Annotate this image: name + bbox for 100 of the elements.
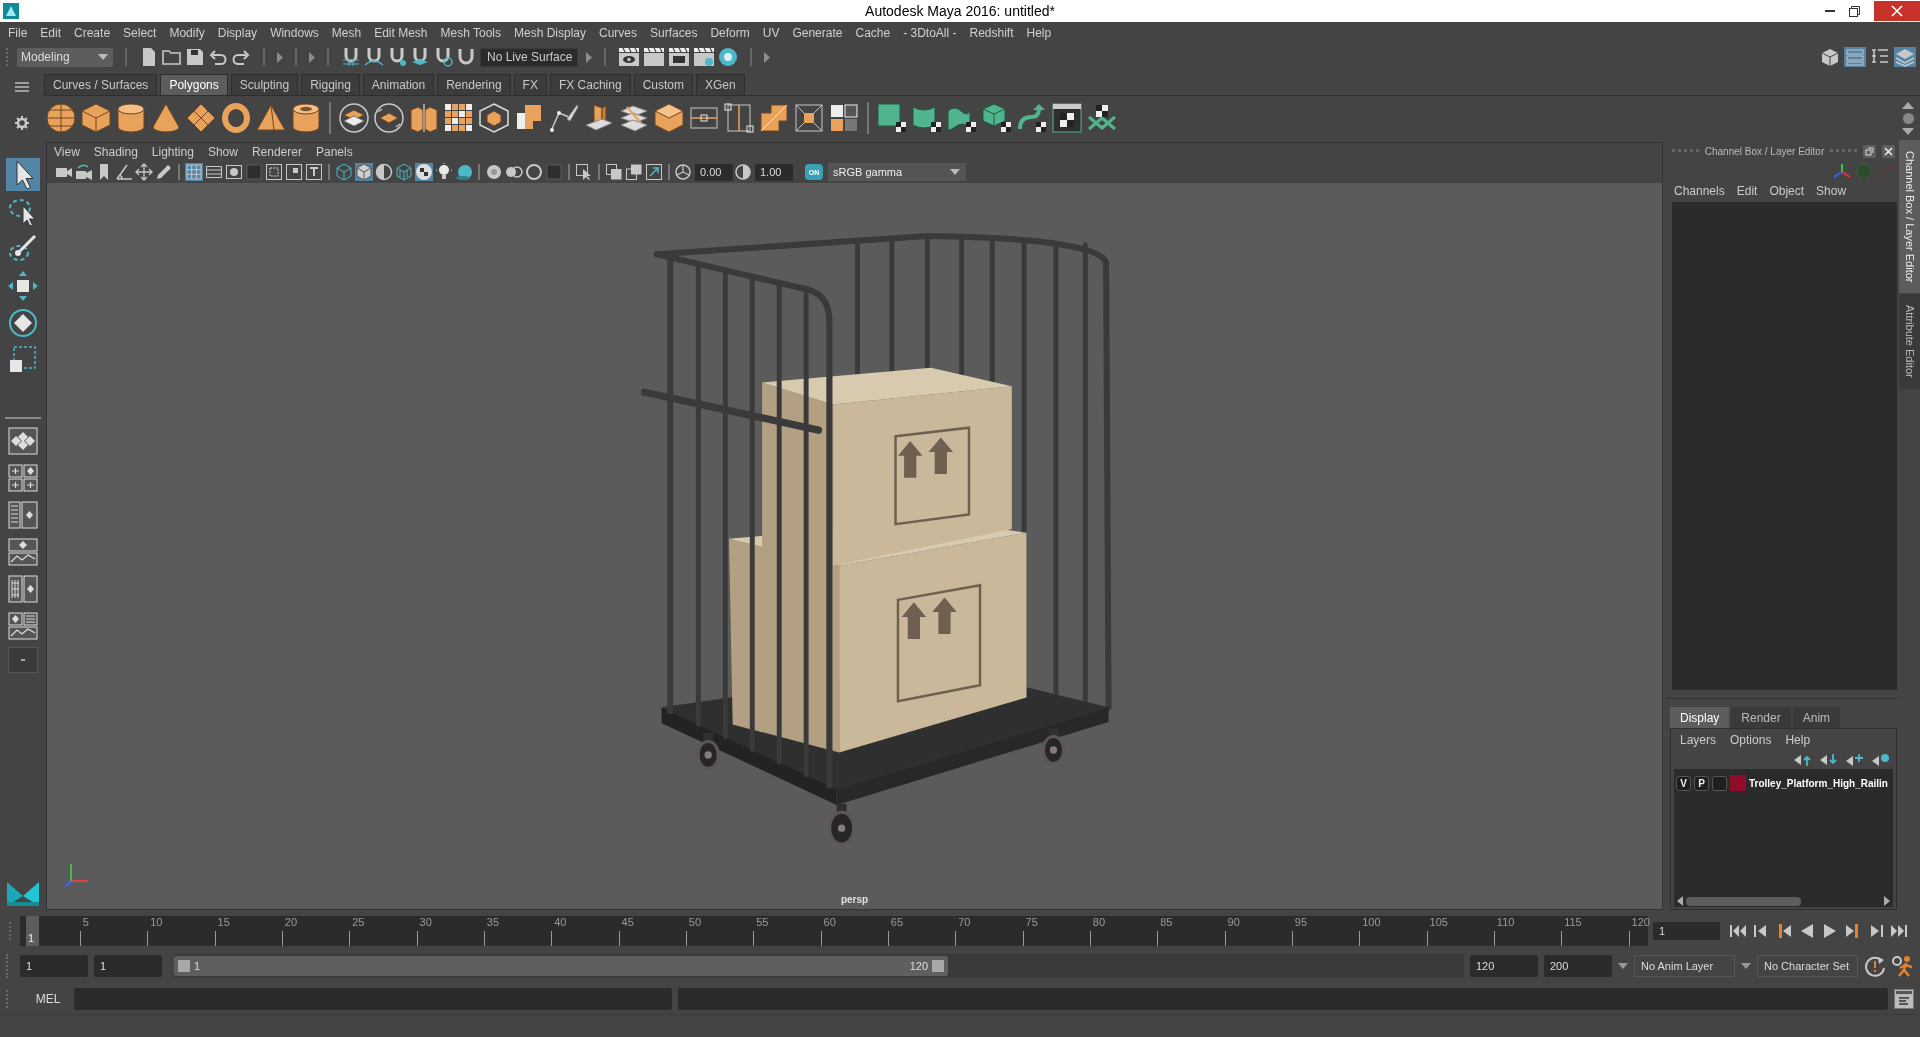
horizontal-scrollbar[interactable] (1674, 895, 1893, 907)
circle-icon[interactable] (1902, 112, 1914, 124)
skip-to-start-icon[interactable] (1729, 923, 1747, 939)
shelf-tab[interactable]: XGen (695, 74, 745, 95)
pencil-icon[interactable] (155, 163, 173, 181)
checker-window-icon[interactable] (1052, 103, 1082, 133)
pyramid-icon[interactable] (256, 103, 286, 133)
collapse-arrow-icon[interactable] (764, 51, 770, 63)
layer-editor-tab[interactable]: Anim (1792, 707, 1841, 728)
range-handle-icon[interactable] (932, 960, 944, 972)
plane-icon[interactable] (186, 103, 216, 133)
grid-squares-icon[interactable] (444, 103, 474, 133)
collapse-arrow-icon[interactable] (277, 51, 283, 63)
dashed-frame-icon[interactable] (265, 163, 283, 181)
scrollbar-thumb[interactable] (1686, 896, 1801, 906)
playback-start-field[interactable]: 1 (94, 955, 162, 977)
menu-icon[interactable] (15, 82, 29, 92)
magnet-grid-icon[interactable] (341, 47, 361, 67)
single-pane-layout-icon[interactable] (7, 427, 38, 455)
menu-item[interactable]: Surfaces (650, 26, 698, 40)
visibility-toggle[interactable]: V (1676, 775, 1691, 791)
color-space-dropdown[interactable]: sRGB gamma (828, 163, 966, 181)
ring-icon[interactable] (525, 163, 543, 181)
close-icon[interactable] (1874, 1, 1920, 21)
solid-cube-icon[interactable] (654, 103, 684, 133)
range-slider[interactable]: 1 120 (174, 954, 1464, 978)
panel-menu-item[interactable]: Shading (93, 145, 138, 159)
magnet-icon[interactable] (456, 47, 476, 67)
shelf-tab[interactable]: Custom (633, 74, 693, 95)
layer-name[interactable]: Trolley_Platform_High_Railin (1749, 777, 1888, 789)
script-editor-icon[interactable] (1894, 989, 1914, 1009)
range-handle-icon[interactable] (178, 960, 190, 972)
dropdown-arrow-icon[interactable] (950, 169, 960, 175)
extruded-block-icon[interactable] (584, 103, 614, 133)
undo-icon[interactable] (208, 47, 228, 67)
menu-item[interactable]: Cache (855, 26, 891, 40)
menu-item[interactable]: Help (1785, 733, 1811, 747)
arrow-up-icon[interactable] (1902, 101, 1914, 109)
menu-item[interactable]: UV (762, 26, 780, 40)
dropdown-arrow-icon[interactable] (1618, 963, 1628, 969)
float-window-icon[interactable] (1863, 144, 1876, 158)
menu-item[interactable]: Mesh Display (514, 26, 587, 40)
shelf-tab[interactable]: Rendering (437, 74, 511, 95)
t-frame-icon[interactable] (305, 163, 323, 181)
menu-item[interactable]: Mesh Tools (440, 26, 501, 40)
panel-menu-item[interactable]: Panels (315, 145, 353, 159)
new-layer-icon[interactable] (1845, 753, 1863, 767)
dropdown-arrow-icon[interactable] (1741, 963, 1751, 969)
menu-item[interactable]: Show (1816, 184, 1847, 198)
clapperboard-icon[interactable] (668, 47, 690, 67)
cylinder-icon[interactable] (116, 103, 146, 133)
checker-disc-icon[interactable] (415, 163, 433, 181)
save-icon[interactable] (185, 47, 205, 67)
cursor-box-icon[interactable] (575, 163, 593, 181)
color-swatch-icon[interactable] (1730, 775, 1746, 791)
dotted-disc-icon[interactable] (485, 163, 503, 181)
overlapping-squares-icon[interactable] (625, 163, 643, 181)
running-figure-icon[interactable] (1892, 955, 1914, 977)
shelf-tab[interactable]: FX (513, 74, 547, 95)
target-ring-icon[interactable] (718, 47, 738, 67)
menu-item[interactable]: Mesh (331, 26, 362, 40)
menu-item[interactable]: Help (1026, 26, 1052, 40)
menu-item[interactable]: Options (1730, 733, 1772, 747)
clapper-eye-icon[interactable] (618, 47, 640, 67)
framed-square-icon[interactable] (794, 103, 824, 133)
live-surface-field[interactable]: No Live Surface (480, 47, 578, 67)
shelf-tab[interactable]: Animation (362, 74, 435, 95)
side-tab[interactable]: Channel Box / Layer Editor (1899, 140, 1920, 294)
shelf-tab[interactable]: Curves / Surfaces (44, 74, 158, 95)
angle-ruler-icon[interactable] (115, 163, 133, 181)
checker-square-icon[interactable] (877, 103, 907, 133)
half-shaded-disc-icon[interactable] (375, 163, 393, 181)
menu-item[interactable]: - 3DtoAll - (903, 26, 957, 40)
nested-hexagon-icon[interactable] (479, 103, 509, 133)
panel-menu-item[interactable]: Renderer (251, 145, 302, 159)
quad-squares-icon[interactable] (829, 103, 859, 133)
arrow-down-icon[interactable] (1902, 127, 1914, 135)
menu-item[interactable]: Create (74, 26, 111, 40)
exposure-field[interactable]: 0.00 (695, 163, 733, 181)
playback-end-field[interactable]: 120 (1470, 955, 1538, 977)
end-time-field[interactable]: 200 (1544, 955, 1612, 977)
range-bar[interactable] (174, 956, 948, 976)
checker-cube-icon[interactable] (982, 103, 1012, 133)
clapper-dot-icon[interactable] (693, 47, 715, 67)
film-gate-icon[interactable] (205, 163, 223, 181)
collapse-arrow-icon[interactable] (586, 51, 592, 63)
cube-icon[interactable] (1819, 47, 1841, 67)
shaded-sphere-icon[interactable] (455, 163, 473, 181)
redo-icon[interactable] (231, 47, 251, 67)
open-folder-icon[interactable] (162, 47, 182, 67)
panel-menu-item[interactable]: View (54, 145, 80, 159)
stacked-tiles-icon[interactable] (619, 103, 649, 133)
axis-gizmo-icon[interactable] (1833, 163, 1851, 179)
menu-item[interactable]: Modify (169, 26, 205, 40)
bracket-rectangle-icon[interactable] (724, 103, 754, 133)
list-pane-layout-icon[interactable] (7, 575, 38, 603)
anim-layer-dropdown[interactable]: No Anim Layer (1634, 955, 1735, 977)
pan-arrows-icon[interactable] (135, 163, 153, 181)
menu-item[interactable]: Windows (270, 26, 319, 40)
shaded-cube-icon[interactable] (355, 163, 373, 181)
